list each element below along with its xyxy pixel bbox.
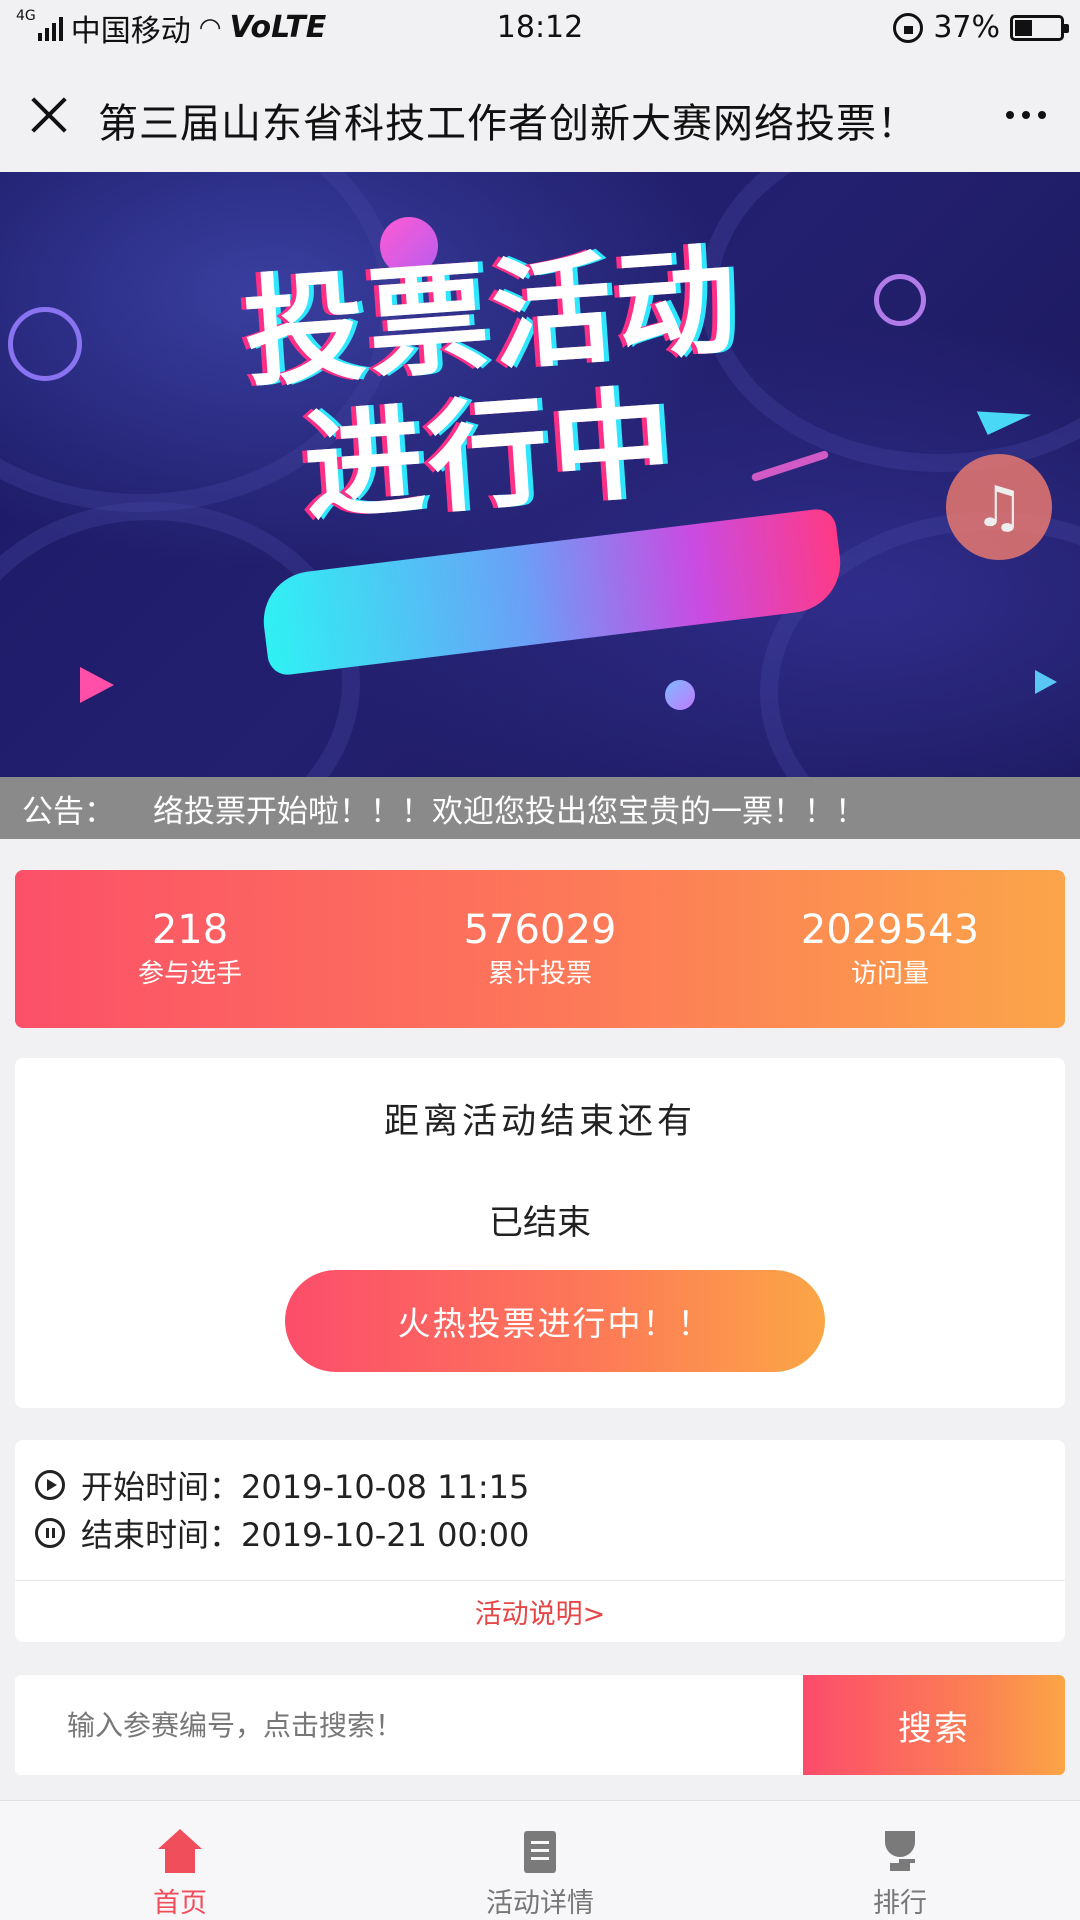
battery-percent: 37%	[933, 10, 1000, 45]
volte-label: VoLTE	[229, 10, 327, 45]
stat-contestants: 218 参与选手	[15, 870, 365, 1028]
notice-text: 络投票开始啦！！！欢迎您投出您宝贵的一票！！！	[153, 793, 866, 830]
divider	[15, 1580, 1065, 1581]
countdown-title: 距离活动结束还有	[383, 1102, 696, 1142]
activity-rules-link[interactable]: 活动说明>	[15, 1592, 1065, 1631]
trophy-icon	[876, 1829, 924, 1875]
tab-home[interactable]: 首页	[0, 1801, 360, 1920]
stat-total-votes: 576029 累计投票	[365, 870, 715, 1028]
search-bar: 搜索	[15, 1675, 1065, 1775]
decor-ring	[874, 274, 926, 326]
notice-bar: 公告： 络投票开始啦！！！欢迎您投出您宝贵的一票！！！	[0, 777, 1080, 839]
stat-value: 576029	[463, 907, 617, 953]
stat-value: 2029543	[800, 907, 980, 953]
status-bar: 4G 中国移动 ◠ VoLTE 18:12 37%	[0, 0, 1080, 55]
stat-label: 参与选手	[137, 959, 242, 989]
rotation-lock-icon	[893, 12, 924, 43]
home-icon	[156, 1829, 204, 1875]
search-input[interactable]	[15, 1675, 803, 1775]
status-left: 4G 中国移动 ◠ VoLTE	[16, 6, 893, 50]
end-time-row: 结束时间：2019-10-21 00:00	[35, 1510, 529, 1556]
banner-headline: 投票活动 进行中	[240, 231, 754, 542]
tab-ranking[interactable]: 排行	[720, 1801, 1080, 1920]
document-icon	[516, 1829, 564, 1875]
decor-dot	[665, 680, 695, 710]
carrier-name: 中国移动	[70, 13, 191, 49]
start-time-row: 开始时间：2019-10-08 11:15	[35, 1462, 529, 1508]
wifi-icon: ◠	[198, 12, 222, 43]
music-toggle-button[interactable]: ♫	[946, 454, 1052, 560]
more-icon[interactable]	[1006, 111, 1046, 119]
music-note-icon: ♫	[973, 474, 1025, 540]
start-time: 开始时间：2019-10-08 11:15	[81, 1468, 530, 1506]
stat-visits: 2029543 访问量	[715, 870, 1065, 1028]
stat-value: 218	[151, 907, 229, 953]
vote-in-progress-button[interactable]: 火热投票进行中！！	[285, 1270, 825, 1372]
stat-label: 访问量	[850, 959, 929, 989]
status-right: 37%	[893, 10, 1069, 45]
decor-triangle	[80, 667, 114, 703]
banner-line-2: 进行中	[299, 374, 681, 539]
banner: 投票活动 进行中 ♫	[0, 172, 1080, 777]
page-title: 第三届山东省科技工作者创新大赛网络投票！	[98, 101, 918, 147]
countdown-card: 距离活动结束还有 已结束 火热投票进行中！！	[15, 1058, 1065, 1408]
tab-bar: 首页 活动详情 排行	[0, 1800, 1080, 1920]
network-type: 4G	[16, 7, 36, 24]
tab-label: 活动详情	[486, 1888, 594, 1919]
search-button[interactable]: 搜索	[803, 1675, 1065, 1775]
decor-ring	[8, 307, 82, 381]
pause-icon	[35, 1518, 65, 1548]
tab-label: 首页	[153, 1888, 207, 1919]
battery-icon	[1010, 14, 1069, 41]
schedule-card: 开始时间：2019-10-08 11:15 结束时间：2019-10-21 00…	[15, 1440, 1065, 1642]
tab-label: 排行	[873, 1888, 927, 1919]
decor-triangle	[1035, 670, 1057, 694]
countdown-value: 已结束	[489, 1203, 591, 1243]
stats-card: 218 参与选手 576029 累计投票 2029543 访问量	[15, 870, 1065, 1028]
close-icon[interactable]	[26, 92, 72, 138]
stat-label: 累计投票	[487, 959, 592, 989]
end-time: 结束时间：2019-10-21 00:00	[81, 1516, 530, 1554]
play-icon	[35, 1470, 65, 1500]
tab-activity-details[interactable]: 活动详情	[360, 1801, 720, 1920]
nav-bar: 第三届山东省科技工作者创新大赛网络投票！	[0, 55, 1080, 172]
notice-label: 公告：	[22, 793, 115, 830]
signal-icon	[37, 15, 63, 41]
decor-dash	[750, 449, 830, 483]
